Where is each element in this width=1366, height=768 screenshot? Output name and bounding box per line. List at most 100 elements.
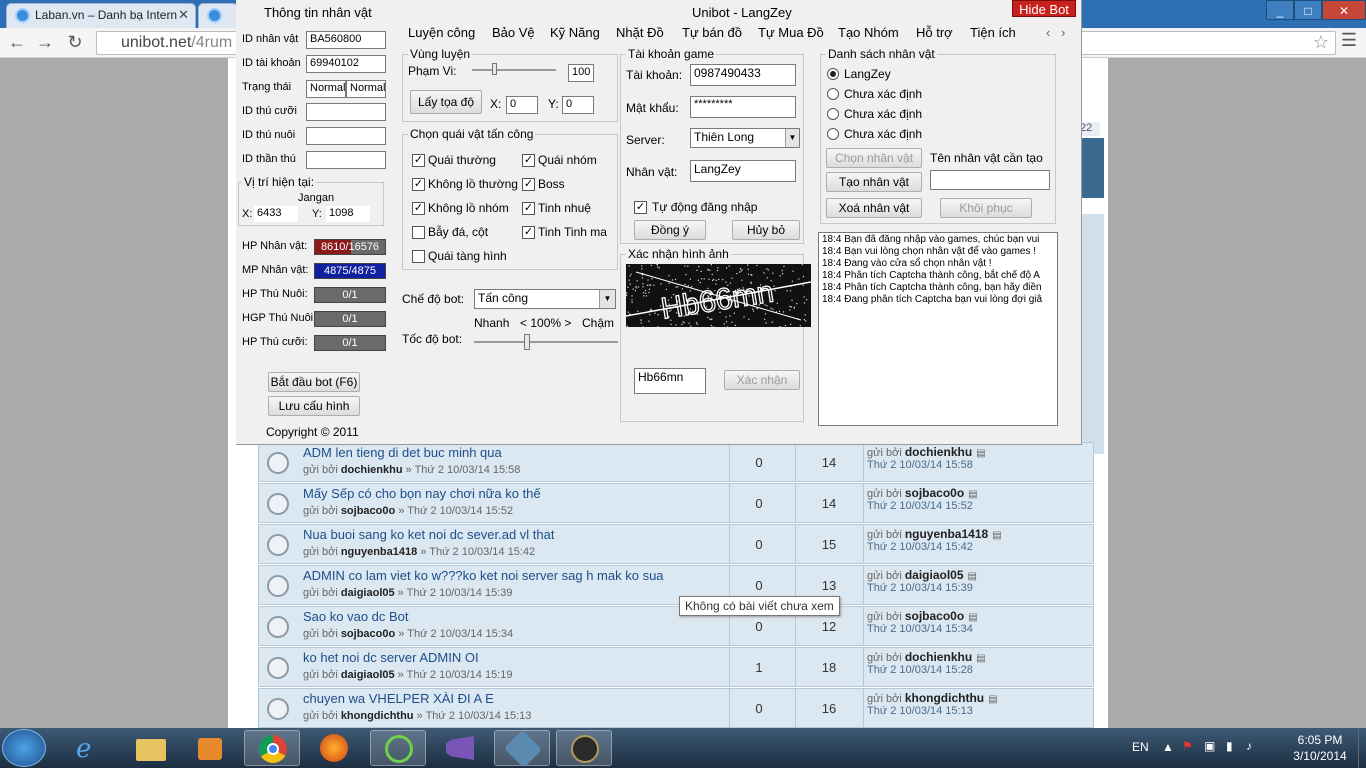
char-radio[interactable] [827, 88, 839, 100]
menu-item[interactable]: Tự bán đồ [682, 25, 742, 40]
table-row[interactable]: Mấy Sếp có cho bọn nay chơi nữa ko thế gử… [258, 483, 1094, 523]
menu-prev-icon[interactable]: ‹ [1046, 25, 1050, 40]
tab-laban[interactable]: Laban.vn – Danh bạ Intern ✕ [6, 3, 196, 28]
menu-item[interactable]: Bảo Vệ [492, 25, 535, 40]
thread-author[interactable]: khongdichthu [341, 710, 414, 722]
forward-arrow-icon[interactable]: → [34, 32, 56, 53]
table-row[interactable]: Nua buoi sang ko ket noi dc sever.ad vl … [258, 524, 1094, 564]
menu-item[interactable]: Nhặt Đồ [616, 25, 664, 40]
trang-thai-field[interactable]: Normal [306, 80, 346, 98]
monster-checkbox[interactable]: ✓ [522, 154, 535, 167]
monster-checkbox[interactable]: ✓ [412, 202, 425, 215]
select-char-button[interactable]: Chọn nhân vật [826, 148, 922, 168]
thread-author[interactable]: sojbaco0o [341, 628, 395, 640]
view-latest-icon[interactable]: ▤ [968, 571, 977, 582]
monster-checkbox[interactable]: ✓ [522, 202, 535, 215]
monster-checkbox[interactable] [412, 226, 425, 239]
menu-next-icon[interactable]: › [1061, 25, 1065, 40]
view-latest-icon[interactable]: ▤ [968, 612, 977, 623]
captcha-input[interactable]: Hb66mn [634, 368, 706, 394]
thread-title[interactable]: chuyen wa VHELPER XÀI ĐI A E [303, 691, 494, 706]
start-button[interactable] [2, 729, 46, 767]
last-post-author[interactable]: sojbaco0o [905, 486, 964, 500]
auto-login-checkbox[interactable]: ✓ [634, 201, 647, 214]
create-char-button[interactable]: Tạo nhân vật [826, 172, 922, 192]
view-latest-icon[interactable]: ▤ [992, 530, 1001, 541]
cancel-button[interactable]: Hủy bỏ [732, 220, 800, 240]
get-coords-button[interactable]: Lấy tọa độ [410, 90, 482, 114]
table-row[interactable]: ADM len tieng di det buc minh qua gửi bởi… [258, 442, 1094, 482]
mode-select[interactable]: Tấn công ▼ [474, 289, 616, 309]
network-app-icon[interactable] [494, 729, 550, 768]
last-post-author[interactable]: sojbaco0o [905, 609, 964, 623]
char-radio[interactable] [827, 68, 839, 80]
maximize-icon[interactable]: □ [1294, 0, 1322, 20]
view-latest-icon[interactable]: ▤ [976, 448, 985, 459]
speed-slider-thumb[interactable] [524, 334, 530, 350]
explorer-icon[interactable] [122, 730, 178, 766]
monster-checkbox[interactable]: ✓ [522, 226, 535, 239]
game-icon[interactable] [556, 730, 612, 766]
hide-bot-button[interactable]: Hide Bot [1012, 0, 1076, 17]
thread-title[interactable]: ADM len tieng di det buc minh qua [303, 445, 502, 460]
id-thu-nuoi-field[interactable] [306, 127, 386, 145]
thread-title[interactable]: ko het noi dc server ADMIN OI [303, 650, 479, 665]
thread-author[interactable]: dochienkhu [341, 464, 403, 476]
thread-author[interactable]: daigiaol05 [341, 587, 395, 599]
range-slider-thumb[interactable] [492, 63, 497, 75]
minimize-icon[interactable]: _ [1266, 0, 1294, 20]
device-icon[interactable]: ▣ [1204, 739, 1215, 753]
view-latest-icon[interactable]: ▤ [976, 653, 985, 664]
back-arrow-icon[interactable]: ← [6, 32, 28, 53]
reload-icon[interactable]: ↻ [64, 32, 86, 53]
star-icon[interactable]: ☆ [1313, 32, 1329, 53]
monster-checkbox[interactable] [412, 250, 425, 263]
table-row[interactable]: ko het noi dc server ADMIN OI gửi bởi dai… [258, 647, 1094, 687]
user-field[interactable]: 0987490433 [690, 64, 796, 86]
server-select[interactable]: Thiên Long ▼ [690, 128, 800, 148]
menu-item[interactable]: Kỹ Năng [550, 25, 600, 40]
char-radio[interactable] [827, 108, 839, 120]
media-player-icon[interactable] [182, 730, 238, 766]
clock-date[interactable]: 3/10/2014 [1286, 749, 1354, 763]
table-row[interactable]: chuyen wa VHELPER XÀI ĐI A E gửi bởi khon… [258, 688, 1094, 728]
id-than-thu-field[interactable] [306, 151, 386, 169]
chevron-down-icon[interactable]: ▼ [599, 290, 615, 308]
table-row[interactable]: Sao ko vao dc Bot gửi bởi sojbaco0o » Thứ… [258, 606, 1094, 646]
close-tab-icon[interactable]: ✕ [178, 7, 189, 23]
volume-icon[interactable]: ♪ [1246, 739, 1252, 753]
id-thu-cuoi-field[interactable] [306, 103, 386, 121]
visual-studio-icon[interactable] [432, 730, 488, 766]
range-value-field[interactable]: 100 [568, 64, 594, 82]
show-desktop-button[interactable] [1358, 728, 1366, 768]
ok-button[interactable]: Đồng ý [634, 220, 706, 240]
char-radio[interactable] [827, 128, 839, 140]
menu-item[interactable]: Tự Mua Đồ [758, 25, 824, 40]
ie-icon[interactable]: e [62, 730, 118, 766]
thread-title[interactable]: Mấy Sếp có cho bọn nay chơi nữa ko thế [303, 486, 541, 501]
restore-char-button[interactable]: Khôi phục [940, 198, 1032, 218]
last-post-author[interactable]: dochienkhu [905, 445, 972, 459]
id-tai-khoan-field[interactable]: 69940102 [306, 55, 386, 73]
language-indicator[interactable]: EN [1132, 740, 1149, 754]
thread-author[interactable]: sojbaco0o [341, 505, 395, 517]
menu-item[interactable]: Luyện công [408, 25, 475, 40]
password-field[interactable]: ********* [690, 96, 796, 118]
last-post-author[interactable]: daigiaol05 [905, 568, 964, 582]
thread-author[interactable]: daigiaol05 [341, 669, 395, 681]
thread-title[interactable]: ADMIN co lam viet ko w???ko ket noi serv… [303, 568, 664, 583]
thread-author[interactable]: nguyenba1418 [341, 546, 417, 558]
new-name-field[interactable] [930, 170, 1050, 190]
firefox-icon[interactable] [306, 730, 362, 766]
trang-thai-field[interactable]: Normal [346, 80, 386, 98]
tab-unibot[interactable] [198, 3, 238, 28]
zone-x-field[interactable]: 0 [506, 96, 538, 114]
id-nhan-vat-field[interactable]: BA560800 [306, 31, 386, 49]
clock-time[interactable]: 6:05 PM [1290, 733, 1350, 747]
monster-checkbox[interactable]: ✓ [412, 178, 425, 191]
view-latest-icon[interactable]: ▤ [968, 489, 977, 500]
close-window-icon[interactable]: ✕ [1322, 0, 1366, 20]
table-row[interactable]: ADMIN co lam viet ko w???ko ket noi serv… [258, 565, 1094, 605]
chevron-down-icon[interactable]: ▼ [785, 129, 799, 147]
range-slider[interactable] [472, 69, 556, 71]
